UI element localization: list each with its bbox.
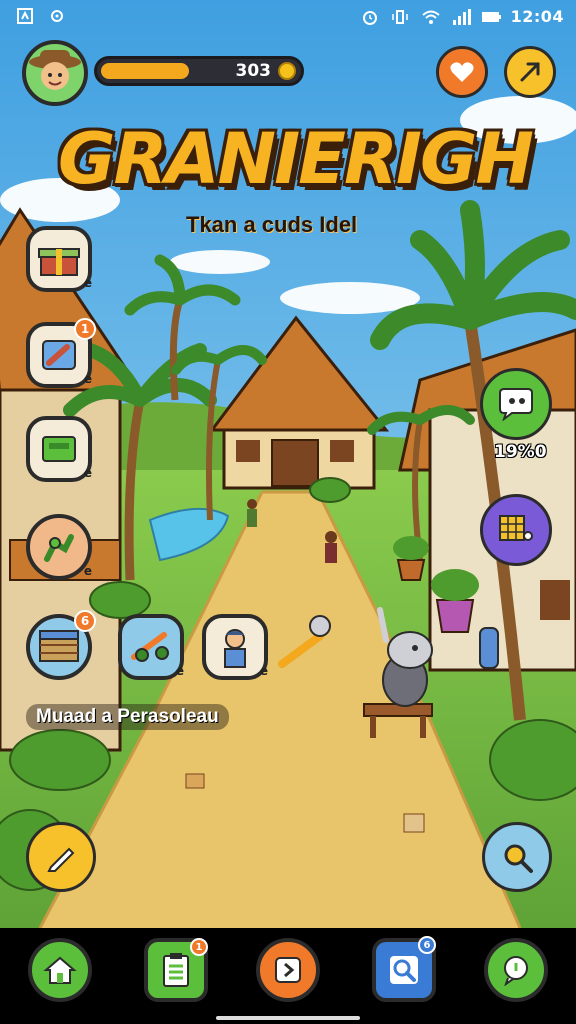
pencil-icon [47,847,75,872]
nav-play-button[interactable] [256,938,320,1002]
player-avatar-icon[interactable] [22,40,88,106]
item-tag: e [83,466,92,480]
favorites-button[interactable] [436,46,488,98]
notification-icon [16,7,34,25]
item-slot-villager[interactable]: e [202,614,268,680]
crate-icon [39,630,79,662]
clock-time: 12:04 [510,7,564,26]
nav-quests-badge: 1 [190,938,208,956]
vibrate-icon [391,8,409,26]
item-slot-crafting[interactable]: e [26,514,92,580]
magnify-icon [504,844,533,873]
signal-icon [451,8,471,26]
gift-box-icon [38,248,80,276]
edit-button[interactable] [26,822,96,892]
chat-button[interactable] [480,368,552,440]
crafting-icon [44,534,74,562]
alarm-icon [361,8,379,26]
coin-icon [278,62,296,80]
send-icon [520,62,540,82]
clipboard-icon [163,953,189,987]
item-badge: 1 [74,318,96,340]
xp-progress-fill [101,63,189,79]
home-icon [43,956,77,984]
game-subtitle: Tkan a cuds Idel [186,212,358,237]
machine-icon [42,436,76,462]
resource-count: 19%0 [494,442,547,462]
game-title: GRANIERIGH [58,118,534,200]
item-tag: e [175,664,184,678]
area-label: Muaad a Perasoleau [26,704,229,730]
tools-icon [42,340,76,370]
item-tag: e [83,372,92,386]
gesture-home-bar[interactable] [216,1016,360,1020]
item-slot-crate[interactable]: 6 [26,610,96,680]
item-slot-machine[interactable]: e [26,416,92,482]
wifi-icon [421,8,440,26]
map-grid-button[interactable] [480,494,552,566]
item-slot-tools[interactable]: 1 e [26,318,96,388]
heart-icon [450,62,474,82]
magnify-button[interactable] [482,822,552,892]
item-slot-fishing-gear[interactable]: e [118,614,184,680]
item-tag: e [83,276,92,290]
item-tag: e [83,564,92,578]
hanging-lantern [479,627,499,669]
nav-search-badge: 6 [418,936,436,954]
settings-icon [48,7,66,25]
status-bar: 12:04 [0,0,576,34]
play-icon [275,957,301,983]
fishing-gear-icon [131,632,169,662]
search-icon [390,956,418,984]
villager-icon [224,629,246,668]
chat-icon [504,956,528,986]
xp-progress-bar: 303 [94,56,304,86]
item-badge: 6 [74,610,96,632]
battery-icon [481,8,501,26]
nav-chat-button[interactable] [484,938,548,1002]
nav-home-button[interactable] [28,938,92,1002]
item-tag: e [259,664,268,678]
map-grid-icon [499,515,533,541]
item-slot-gift-box[interactable]: e [26,226,92,292]
currency-value: 303 [235,61,272,81]
chat-bubble-icon [499,388,533,421]
share-button[interactable] [504,46,556,98]
